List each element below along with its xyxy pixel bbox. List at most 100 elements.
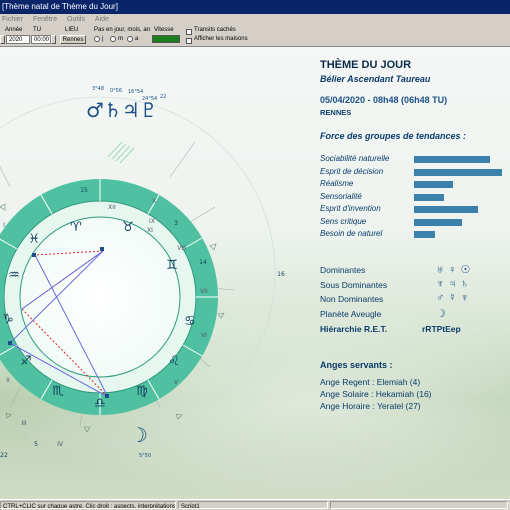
hierarchie-label: Hiérarchie R.E.T. [320, 324, 388, 334]
moon-icon: ☽ [130, 423, 148, 447]
sign-libra-icon: ♎ [94, 396, 106, 411]
house-9-label: IX [149, 218, 155, 225]
pas-m-radio[interactable] [110, 36, 116, 42]
tu-input[interactable]: 00:00 [31, 35, 51, 44]
sign-pisces-icon: ♓ [28, 232, 40, 247]
vitesse-slider[interactable] [152, 35, 180, 43]
degree-label-3: 3 [174, 220, 178, 227]
ange-horaire: Ange Horaire : Yeratel (27) [320, 401, 421, 411]
sign-cancer-icon: ♋ [184, 314, 196, 329]
annee-input[interactable]: 2020 [6, 35, 30, 44]
hierarchie-value: rRTPtEep [422, 324, 461, 334]
house-11-label: XI [147, 227, 153, 234]
annee-label: Année [5, 27, 23, 33]
annotation-16-54: 16°54 [128, 89, 143, 95]
tendance-bar [414, 168, 502, 176]
pas-a-radio[interactable] [127, 36, 133, 42]
tendance-label: Sociabilité naturelle [320, 154, 390, 163]
ange-solaire: Ange Solaire : Hekamiah (16) [320, 389, 432, 399]
house-7-label: VII [200, 288, 208, 295]
annotation-24-54: 24°54 [142, 96, 157, 102]
dominante-glyphs-icon[interactable]: ♆♃♄ [436, 278, 473, 290]
vitesse-label: Vitesse [154, 27, 174, 33]
main-content: ♉ ♈ ♓ ♒ ♑ ♐ ♏ ♎ ♍ ♌ ♋ ♊ XII XI X IX VIII… [0, 47, 510, 499]
natal-chart-wheel[interactable]: ♉ ♈ ♓ ♒ ♑ ♐ ♏ ♎ ♍ ♌ ♋ ♊ XII XI X IX VIII… [0, 47, 318, 499]
degree-label-15: 15 [80, 187, 88, 194]
tendance-label: Sens critique [320, 216, 367, 226]
tendance-bar [414, 206, 478, 213]
menu-outils[interactable]: Outils [67, 16, 85, 23]
window-title: [Thème natal de Thème du Jour] [0, 0, 510, 14]
dominante-label: Non Dominantes [320, 294, 384, 304]
sign-scorpio-icon: ♏ [52, 384, 64, 399]
tendances-title: Force des groupes de tendances : [320, 131, 467, 141]
toolbar: Année 2020 TU 00:00 LIEU Rennes Pas en j… [0, 25, 510, 47]
pas-j-label: j [102, 36, 104, 42]
sign-sagittarius-icon: ♐ [20, 354, 32, 369]
dominante-glyphs-icon[interactable]: ♅♀☉ [436, 263, 474, 276]
sign-leo-icon: ♌ [168, 354, 180, 369]
lieu-label: LIEU [65, 27, 79, 33]
tendance-label: Sensorialité [320, 191, 362, 201]
maisons-label: Afficher les maisons [194, 36, 248, 42]
house-2-label: II [6, 377, 10, 384]
annotation-moon-5-50: 5°50 [139, 453, 151, 459]
annotation-22: 22 [160, 94, 166, 100]
status-script: Script1 [178, 501, 328, 509]
menu-fenetre[interactable]: Fenêtre [33, 16, 57, 23]
dominante-glyphs-icon[interactable]: ♂☿♆ [436, 292, 473, 304]
theme-subtitle: Bélier Ascendant Taureau [320, 74, 431, 84]
dominante-label: Sous Dominantes [320, 279, 388, 290]
theme-title: THÈME DU JOUR [320, 59, 412, 71]
house-4-label: IV [57, 441, 64, 448]
degree-label-16: 16 [277, 271, 285, 278]
status-empty [330, 501, 508, 509]
house-8-label: VIII [177, 245, 187, 252]
anges-title: Anges servants : [320, 360, 393, 370]
house-1-label: I [3, 222, 5, 229]
tendance-label: Esprit de décision [320, 166, 384, 176]
status-bar: CTRL+CLIC sur chaque astre. Clic droit :… [0, 499, 510, 510]
theme-info-panel: THÈME DU JOUR Bélier Ascendant Taureau 0… [318, 47, 510, 499]
maisons-checkbox[interactable] [186, 38, 192, 44]
pas-m-label: m [118, 36, 123, 42]
degree-label-22: 22 [0, 452, 8, 459]
house-3-label: III [21, 420, 27, 427]
dominante-glyphs-icon[interactable]: ☽ [436, 307, 450, 320]
tendance-label: Esprit d'invention [320, 204, 381, 213]
annee-prev-button[interactable] [0, 35, 5, 44]
tu-spin-button[interactable] [51, 35, 56, 44]
lieu-button[interactable]: Rennes [60, 35, 86, 44]
dominante-label: Planète Aveugle [320, 308, 382, 319]
pas-label: Pas en jour, mois, an [94, 27, 151, 33]
status-hint: CTRL+CLIC sur chaque astre. Clic droit :… [0, 501, 176, 509]
tendance-label: Besoin de naturel [320, 229, 383, 238]
degree-label-5: 5 [34, 441, 38, 448]
tu-label: TU [33, 27, 41, 33]
menu-fichier[interactable]: Fichier [2, 16, 23, 23]
degree-label-14: 14 [199, 259, 207, 266]
house-10-label: X [152, 198, 156, 205]
sign-aries-icon: ♈ [70, 220, 82, 235]
transits-label: Transits cachés [194, 27, 236, 33]
theme-datetime: 05/04/2020 - 08h48 (06h48 TU) [320, 95, 448, 105]
pas-a-label: a [135, 36, 139, 42]
annotation-3-48: 3°48 [92, 86, 104, 92]
transits-checkbox[interactable] [186, 29, 192, 35]
sign-capricorn-icon: ♑ [2, 312, 14, 327]
theme-place: RENNES [320, 108, 352, 117]
menu-bar: Fichier Fenêtre Outils Aide [0, 14, 510, 25]
menu-aide[interactable]: Aide [95, 16, 109, 23]
pas-j-radio[interactable] [94, 36, 100, 42]
sign-gemini-icon: ♊ [166, 258, 178, 273]
house-12-label: XII [108, 204, 116, 211]
tendance-bar [414, 156, 490, 163]
house-6-label: VI [201, 332, 207, 339]
tendance-label: Réalisme [320, 179, 354, 188]
ange-regent: Ange Regent : Elemiah (4) [320, 377, 421, 387]
sign-virgo-icon: ♍ [136, 384, 148, 399]
dominante-label: Dominantes [320, 265, 366, 275]
annotation-0-56: 0°56 [110, 88, 122, 94]
sign-taurus-icon: ♉ [122, 220, 134, 235]
tendance-bar [414, 218, 462, 226]
